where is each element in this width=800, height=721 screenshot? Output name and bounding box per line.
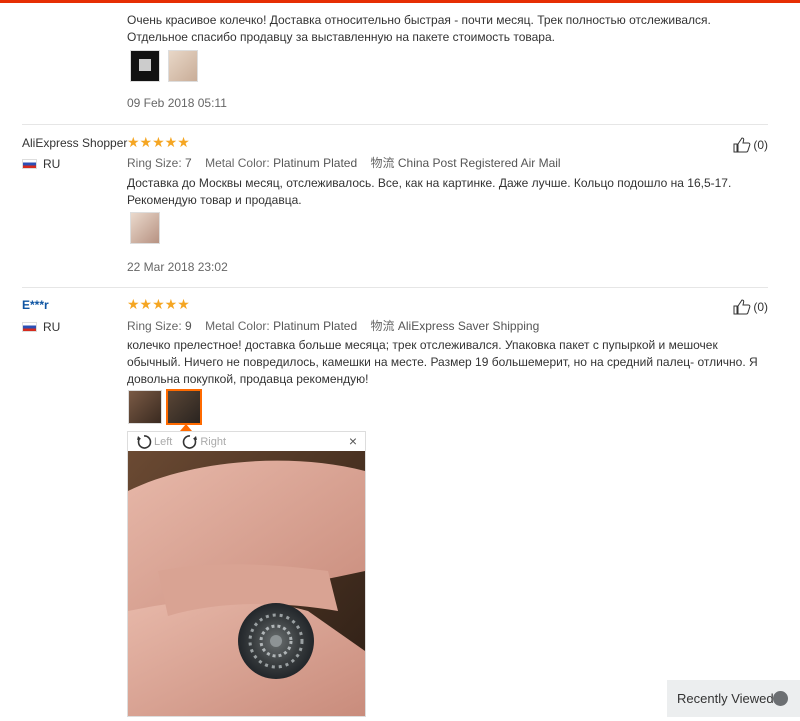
helpful-button[interactable]: (0) xyxy=(733,299,768,315)
review-divider xyxy=(22,287,768,288)
order-attributes: Ring Size: 7 Metal Color: Platinum Plate… xyxy=(127,156,561,170)
close-icon[interactable]: × xyxy=(349,433,357,449)
reviewer-name[interactable]: E***r xyxy=(22,298,49,312)
thumbs-up-icon xyxy=(733,137,751,153)
reviewer-country: RU xyxy=(22,157,60,171)
review-text: Очень красивое колечко! Доставка относит… xyxy=(127,13,711,44)
viewer-toolbar: Left Right × xyxy=(128,432,365,451)
review-photo-thumb[interactable] xyxy=(130,212,160,244)
rating-stars: ★★★★★ xyxy=(127,296,190,312)
top-accent-bar xyxy=(0,0,800,3)
review-text: Доставка до Москвы месяц, отслеживалось.… xyxy=(127,176,732,207)
rating-stars: ★★★★★ xyxy=(127,134,190,150)
review-text: колечко прелестное! доставка больше меся… xyxy=(127,338,758,386)
review-divider xyxy=(22,124,768,125)
rotate-left-icon xyxy=(137,434,152,449)
reviewer-name: AliExpress Shopper xyxy=(22,136,128,150)
russia-flag-icon xyxy=(22,159,37,169)
rotate-right-button[interactable]: Right xyxy=(182,434,226,450)
reviewer-country: RU xyxy=(22,320,60,334)
review-photo-large xyxy=(128,451,365,716)
review-photo-thumb[interactable] xyxy=(130,50,160,82)
review-photo-thumb[interactable] xyxy=(168,50,198,82)
review-photo-thumb-selected[interactable] xyxy=(166,389,202,425)
rotate-left-button[interactable]: Left xyxy=(136,434,172,450)
thumbs-up-icon xyxy=(733,299,751,315)
review-date: 22 Mar 2018 23:02 xyxy=(127,260,228,274)
viewer-pointer xyxy=(180,424,192,431)
chevron-up-icon xyxy=(773,691,788,706)
recently-viewed-button[interactable]: Recently Viewed xyxy=(667,680,800,717)
review-date: 09 Feb 2018 05:11 xyxy=(127,96,227,110)
review-photo-thumb[interactable] xyxy=(128,390,162,424)
helpful-button[interactable]: (0) xyxy=(733,137,768,153)
photo-viewer: Left Right × xyxy=(127,431,366,717)
rotate-right-icon xyxy=(183,434,198,449)
russia-flag-icon xyxy=(22,322,37,332)
order-attributes: Ring Size: 9 Metal Color: Platinum Plate… xyxy=(127,319,540,333)
